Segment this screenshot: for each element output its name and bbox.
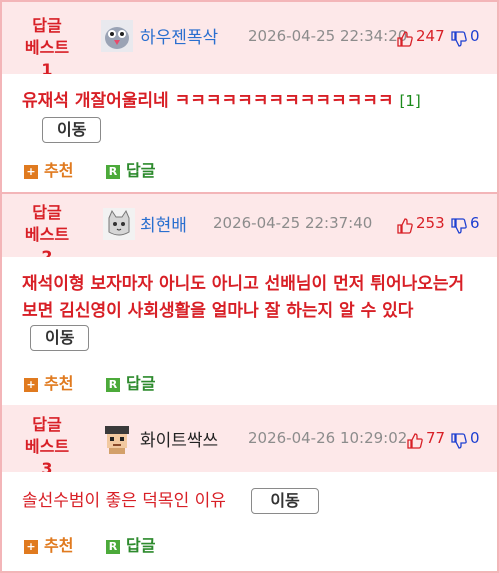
pixel-character-avatar-icon[interactable] — [101, 422, 133, 454]
recommend-button[interactable]: + 추천 — [24, 157, 73, 181]
move-button[interactable]: 이동 — [30, 325, 90, 351]
comment-text: 유재석 개잘어울리네 ㅋㅋㅋㅋㅋㅋㅋㅋㅋㅋㅋㅋㅋㅋ [1] 이동 — [22, 88, 484, 144]
thumbs-down-icon[interactable] — [451, 433, 467, 449]
username[interactable]: 하우젠폭삭 — [140, 23, 218, 48]
best-label-line1: 답글 — [32, 415, 62, 434]
thumbs-up-icon[interactable] — [407, 433, 423, 449]
like-count: 247 — [416, 27, 445, 45]
plus-box-icon: + — [24, 164, 38, 179]
thumbs-down-icon[interactable] — [451, 218, 467, 234]
comment-content: 재석이형 보자마자 아니도 아니고 선배님이 먼저 튀어나오는거 보면 김신영이… — [22, 274, 465, 321]
recommend-button[interactable]: + 추천 — [24, 532, 73, 556]
reply-label: 답글 — [126, 374, 156, 393]
thumbs-up-icon[interactable] — [397, 31, 413, 47]
comment-body: 유재석 개잘어울리네 ㅋㅋㅋㅋㅋㅋㅋㅋㅋㅋㅋㅋㅋㅋ [1] 이동 + 추천 R 답글 — [2, 74, 497, 192]
dislike-count: 6 — [470, 214, 480, 232]
comment-body: 재석이형 보자마자 아니도 아니고 선배님이 먼저 튀어나오는거 보면 김신영이… — [2, 257, 497, 405]
plus-box-icon: + — [24, 539, 38, 554]
best-reply-badge: 답글 베스트3 — [20, 414, 74, 480]
like-count: 253 — [416, 214, 445, 232]
comment-content: 솔선수범이 좋은 덕목인 이유 — [22, 491, 226, 511]
recommend-button[interactable]: + 추천 — [24, 370, 73, 394]
comment-content: 유재석 개잘어울리네 ㅋㅋㅋㅋㅋㅋㅋㅋㅋㅋㅋㅋㅋㅋ — [22, 91, 394, 111]
dislike-count: 0 — [470, 429, 480, 447]
reply-label: 답글 — [126, 536, 156, 555]
thumbs-down-icon[interactable] — [451, 31, 467, 47]
move-button[interactable]: 이동 — [42, 117, 102, 143]
timestamp: 2026-04-25 22:34:20 — [248, 27, 408, 45]
comment-header: 답글 베스트3 화이트싹쓰 2026-04-26 10:29:02 77 0 — [2, 405, 497, 478]
thumbs-up-icon[interactable] — [397, 218, 413, 234]
timestamp: 2026-04-25 22:37:40 — [213, 214, 373, 232]
reply-button[interactable]: R 답글 — [106, 532, 155, 556]
reply-label: 답글 — [126, 161, 156, 180]
comment-text: 솔선수범이 좋은 덕목인 이유 이동 — [22, 488, 484, 515]
comment-header: 답글 베스트2 최현배 2026-04-25 22:37:40 253 6 — [2, 194, 497, 266]
r-box-icon: R — [106, 377, 120, 392]
best-label-line1: 답글 — [32, 16, 62, 35]
r-box-icon: R — [106, 164, 120, 179]
best-label-line1: 답글 — [32, 203, 62, 222]
r-box-icon: R — [106, 539, 120, 554]
reply-button[interactable]: R 답글 — [106, 370, 155, 394]
comment-text: 재석이형 보자마자 아니도 아니고 선배님이 먼저 튀어나오는거 보면 김신영이… — [22, 271, 484, 352]
cat-avatar-icon[interactable] — [103, 208, 135, 240]
best-comments-panel: 답글 베스트1 하우젠폭삭 2026-04-25 22:34:20 247 0 … — [0, 0, 499, 573]
comment-header: 답글 베스트1 하우젠폭삭 2026-04-25 22:34:20 247 0 — [2, 2, 497, 79]
dislike-count: 0 — [470, 27, 480, 45]
pigeon-avatar-icon[interactable] — [101, 20, 133, 52]
like-count: 77 — [426, 429, 446, 447]
plus-box-icon: + — [24, 377, 38, 392]
username[interactable]: 최현배 — [140, 211, 187, 236]
recommend-label: 추천 — [44, 536, 74, 555]
reply-count[interactable]: [1] — [399, 92, 420, 110]
recommend-label: 추천 — [44, 161, 74, 180]
reply-button[interactable]: R 답글 — [106, 157, 155, 181]
recommend-label: 추천 — [44, 374, 74, 393]
username[interactable]: 화이트싹쓰 — [140, 426, 218, 451]
comment-body: 솔선수범이 좋은 덕목인 이유 이동 + 추천 R 답글 — [2, 472, 497, 571]
timestamp: 2026-04-26 10:29:02 — [248, 429, 408, 447]
best-reply-badge: 답글 베스트1 — [20, 15, 74, 81]
move-button[interactable]: 이동 — [251, 488, 319, 514]
